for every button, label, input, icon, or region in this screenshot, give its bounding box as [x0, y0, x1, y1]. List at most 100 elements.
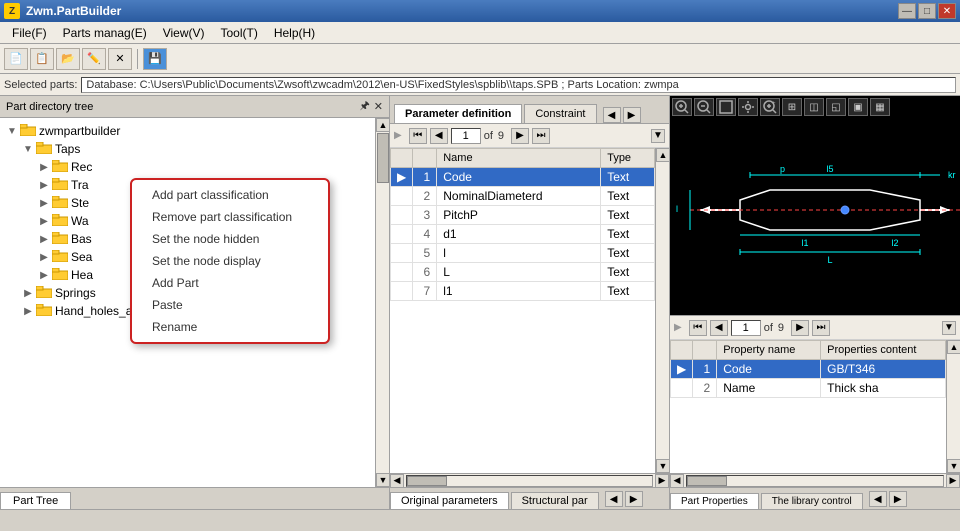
cad-settings[interactable]	[738, 98, 758, 116]
props-nav-scroll[interactable]: ▼	[942, 321, 956, 335]
tree-scroll-up[interactable]: ▲	[376, 118, 389, 132]
param-next-btn[interactable]: ▶	[511, 128, 529, 144]
ctx-set-display[interactable]: Set the node display	[132, 250, 328, 272]
row-name[interactable]: l1	[437, 282, 601, 301]
param-scroll-down[interactable]: ▼	[656, 459, 669, 473]
tree-expand-bas[interactable]: ▶	[36, 231, 52, 247]
props-hscroll-thumb[interactable]	[687, 476, 727, 486]
props-last-btn[interactable]: ⏭	[812, 320, 830, 336]
tree-expand-wa[interactable]: ▶	[36, 213, 52, 229]
ctx-set-hidden[interactable]: Set the node hidden	[132, 228, 328, 250]
tree-expand-rec[interactable]: ▶	[36, 159, 52, 175]
row-name[interactable]: Code	[437, 168, 601, 187]
props-first-btn[interactable]: ⏮	[689, 320, 707, 336]
tree-item-taps[interactable]: ▼ Taps	[0, 140, 375, 158]
tree-scroll-thumb[interactable]	[377, 133, 389, 183]
tree-expand-springs[interactable]: ▶	[20, 285, 36, 301]
props-row-name[interactable]: Code	[717, 360, 821, 379]
props-scroll-down[interactable]: ▼	[947, 459, 960, 473]
close-button[interactable]: ✕	[938, 3, 956, 19]
pin-button[interactable]: 🖈	[360, 97, 370, 116]
cad-zoom-out[interactable]	[694, 98, 714, 116]
table-row[interactable]: 3 PitchP Text	[391, 206, 655, 225]
param-hscroll-left[interactable]: ◀	[390, 474, 404, 488]
cad-zoom-all[interactable]: +	[760, 98, 780, 116]
toolbar-btn-copy[interactable]: 📋	[30, 48, 54, 70]
props-hscroll-right[interactable]: ▶	[946, 474, 960, 488]
ctx-remove-classification[interactable]: Remove part classification	[132, 206, 328, 228]
props-next-btn[interactable]: ▶	[791, 320, 809, 336]
tab-library-control[interactable]: The library control	[761, 493, 863, 509]
ctx-add-classification[interactable]: Add part classification	[132, 184, 328, 206]
tab-struct-par[interactable]: Structural par	[511, 492, 599, 509]
table-row[interactable]: 2 NominalDiameterd Text	[391, 187, 655, 206]
ctx-paste[interactable]: Paste	[132, 294, 328, 316]
table-row[interactable]: ▶ 1 Code Text	[391, 168, 655, 187]
toolbar-btn-open[interactable]: 📂	[56, 48, 80, 70]
tree-expand-ste[interactable]: ▶	[36, 195, 52, 211]
row-name[interactable]: d1	[437, 225, 601, 244]
bottom-scroll-right[interactable]: ▶	[625, 491, 643, 507]
menu-view[interactable]: View(V)	[155, 24, 213, 42]
menu-parts[interactable]: Parts manag(E)	[55, 24, 155, 42]
props-table-row[interactable]: ▶ 1 Code GB/T346	[671, 360, 946, 379]
row-name[interactable]: l	[437, 244, 601, 263]
param-scroll-right[interactable]: ▶	[623, 107, 641, 123]
props-tabs-scroll-right[interactable]: ▶	[889, 491, 907, 507]
toolbar-btn-new[interactable]: 📄	[4, 48, 28, 70]
tree-expand-taps[interactable]: ▼	[20, 141, 36, 157]
minimize-button[interactable]: —	[898, 3, 916, 19]
row-name[interactable]: PitchP	[437, 206, 601, 225]
tree-expand-manholes[interactable]: ▶	[20, 303, 36, 319]
cad-grid[interactable]: ◫	[804, 98, 824, 116]
tab-part-properties[interactable]: Part Properties	[670, 493, 759, 509]
cad-snap[interactable]: ◱	[826, 98, 846, 116]
table-row[interactable]: 5 l Text	[391, 244, 655, 263]
cad-layers[interactable]: ▦	[870, 98, 890, 116]
menu-tool[interactable]: Tool(T)	[213, 24, 266, 42]
table-row[interactable]: 6 L Text	[391, 263, 655, 282]
toolbar-btn-close[interactable]: ✕	[108, 48, 132, 70]
maximize-button[interactable]: □	[918, 3, 936, 19]
table-row[interactable]: 4 d1 Text	[391, 225, 655, 244]
param-prev-btn[interactable]: ◀	[430, 128, 448, 144]
panel-close-button[interactable]: ✕	[374, 100, 383, 113]
tree-item-root[interactable]: ▼ zwmpartbuilder	[0, 122, 375, 140]
props-page-input[interactable]	[731, 320, 761, 336]
param-scroll-left[interactable]: ◀	[603, 107, 621, 123]
props-tabs-scroll-left[interactable]: ◀	[869, 491, 887, 507]
props-scroll-up[interactable]: ▲	[947, 340, 960, 354]
table-row[interactable]: 7 l1 Text	[391, 282, 655, 301]
tree-expand-hea[interactable]: ▶	[36, 267, 52, 283]
props-table-row[interactable]: 2 Name Thick sha	[671, 379, 946, 398]
tab-part-tree[interactable]: Part Tree	[0, 492, 71, 509]
props-row-name[interactable]: Name	[717, 379, 821, 398]
tree-expand-root[interactable]: ▼	[4, 123, 20, 139]
tree-expand-sea[interactable]: ▶	[36, 249, 52, 265]
menu-file[interactable]: File(F)	[4, 24, 55, 42]
tree-item-rec[interactable]: ▶ Rec	[0, 158, 375, 176]
row-name[interactable]: L	[437, 263, 601, 282]
cad-fit[interactable]	[716, 98, 736, 116]
param-nav-scroll[interactable]: ▼	[651, 129, 665, 143]
tab-constraint[interactable]: Constraint	[524, 104, 596, 123]
param-first-btn[interactable]: ⏮	[409, 128, 427, 144]
toolbar-btn-save[interactable]: 💾	[143, 48, 167, 70]
param-page-input[interactable]	[451, 128, 481, 144]
tree-scroll-down[interactable]: ▼	[376, 473, 389, 487]
tree-expand-tra[interactable]: ▶	[36, 177, 52, 193]
menu-help[interactable]: Help(H)	[266, 24, 323, 42]
ctx-rename[interactable]: Rename	[132, 316, 328, 338]
toolbar-btn-edit[interactable]: ✏️	[82, 48, 106, 70]
row-name[interactable]: NominalDiameterd	[437, 187, 601, 206]
param-hscroll-right[interactable]: ▶	[655, 474, 669, 488]
cad-ortho[interactable]: ▣	[848, 98, 868, 116]
ctx-add-part[interactable]: Add Part	[132, 272, 328, 294]
param-hscroll-thumb[interactable]	[407, 476, 447, 486]
props-hscroll-left[interactable]: ◀	[670, 474, 684, 488]
tab-param-def[interactable]: Parameter definition	[394, 104, 522, 123]
param-scroll-up[interactable]: ▲	[656, 148, 669, 162]
bottom-scroll-left[interactable]: ◀	[605, 491, 623, 507]
cad-zoom-in[interactable]	[672, 98, 692, 116]
props-prev-btn[interactable]: ◀	[710, 320, 728, 336]
